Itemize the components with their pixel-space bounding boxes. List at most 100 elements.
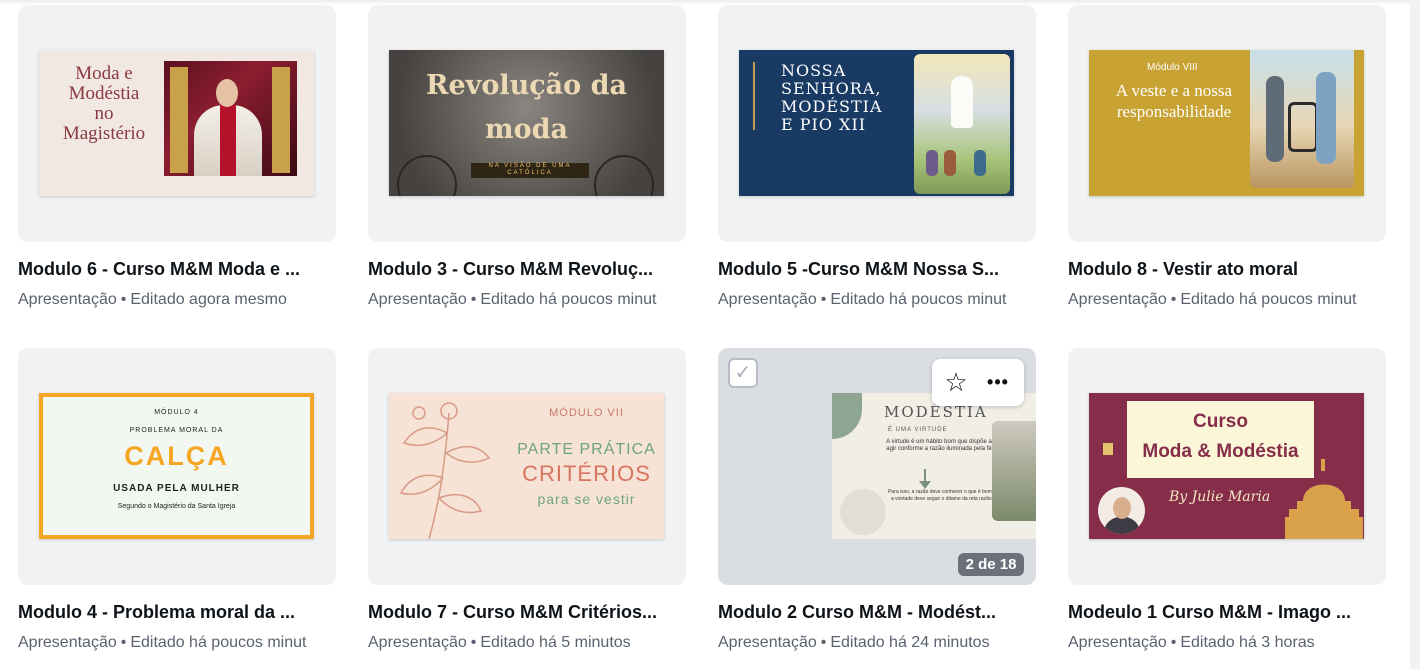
card-title[interactable]: Modulo 4 - Problema moral da ... (18, 602, 336, 623)
card-title[interactable]: Modeulo 1 Curso M&M - Imago ... (1068, 602, 1386, 623)
card-edited: Editado há poucos minut (1180, 291, 1357, 308)
slide-subtitle: NA VISÃO DE UMA CATÓLICA (471, 163, 589, 178)
card-edited: Editado agora mesmo (130, 291, 287, 308)
card-edited: Editado há 5 minutos (480, 634, 631, 651)
card-edited: Editado há poucos minut (480, 291, 657, 308)
slide-preview: MODÉSTIA É UMA VIRTUDE A virtude é um há… (832, 393, 1036, 539)
card-meta: Apresentação • Editado há 3 horas (1068, 634, 1386, 652)
slide-preview: Curso Moda & Modéstia By Julie Maria (1089, 393, 1364, 539)
slide-line: Segundo o Magistério da Santa Igreja (117, 503, 236, 510)
separator: • (120, 634, 127, 651)
slide-preview: NOSSA SENHORA, MODÉSTIA E PIO XII (739, 50, 1014, 196)
scrollbar-track[interactable] (1410, 0, 1420, 669)
page-count-badge: 2 de 18 (958, 553, 1024, 576)
design-card[interactable]: Revolução da moda NA VISÃO DE UMA CATÓLI… (368, 5, 686, 309)
card-actions: ☆ ••• (932, 359, 1024, 406)
separator: • (820, 291, 827, 308)
slide-line: USADA PELA MULHER (113, 483, 240, 494)
card-thumbnail[interactable]: MÓDULO VII PARTE PRÁTICA CRITÉRIOS para … (368, 348, 686, 585)
slide-title: CRITÉRIOS (522, 461, 651, 486)
slide-title: Revolução da moda (426, 70, 627, 145)
card-edited: Editado há poucos minut (830, 291, 1007, 308)
separator: • (120, 291, 127, 308)
card-type: Apresentação (368, 634, 467, 651)
card-title[interactable]: Modulo 6 - Curso M&M Moda e ... (18, 259, 336, 280)
avatar (1098, 487, 1145, 534)
card-meta: Apresentação • Editado agora mesmo (18, 291, 336, 309)
card-type: Apresentação (718, 634, 817, 651)
card-meta: Apresentação • Editado há poucos minut (368, 291, 686, 309)
slide-title: A veste e a nossa responsabilidade (1115, 81, 1233, 121)
children-photo (992, 421, 1036, 521)
design-card[interactable]: MÓDULO VII PARTE PRÁTICA CRITÉRIOS para … (368, 348, 686, 652)
card-meta: Apresentação • Editado há poucos minut (1068, 291, 1386, 309)
card-thumbnail[interactable]: Moda e Modéstia no Magistério (18, 5, 336, 242)
slide-preview: Revolução da moda NA VISÃO DE UMA CATÓLI… (389, 50, 664, 196)
separator: • (470, 634, 477, 651)
pope-portrait-image (164, 61, 297, 176)
slide-title: CALÇA (124, 441, 229, 471)
card-title[interactable]: Modulo 2 Curso M&M - Modést... (718, 602, 1036, 623)
bicycle-wheel-shape (594, 155, 654, 196)
card-edited: Editado há 24 minutos (830, 634, 990, 651)
flag-icon (1103, 443, 1113, 455)
card-meta: Apresentação • Editado há poucos minut (18, 634, 336, 652)
card-title[interactable]: Modulo 3 - Curso M&M Revoluç... (368, 259, 686, 280)
accent-bar (753, 62, 755, 130)
slide-line: PROBLEMA MORAL DA (129, 427, 224, 434)
slide-label: MÓDULO VII (549, 407, 624, 419)
slide-signature: By Julie Maria (1169, 489, 1271, 505)
separator: • (1170, 291, 1177, 308)
slide-line: para se vestir (537, 491, 636, 507)
card-type: Apresentação (1068, 291, 1167, 308)
slide-line: Curso (1193, 411, 1248, 432)
design-card[interactable]: MODÉSTIA É UMA VIRTUDE A virtude é um há… (718, 348, 1036, 652)
card-thumbnail[interactable]: Curso Moda & Modéstia By Julie Maria (1068, 348, 1386, 585)
separator: • (1170, 634, 1177, 651)
card-type: Apresentação (718, 291, 817, 308)
slide-preview: MÓDULO VII PARTE PRÁTICA CRITÉRIOS para … (389, 393, 664, 539)
card-title[interactable]: Modulo 8 - Vestir ato moral (1068, 259, 1386, 280)
slide-subtitle: É UMA VIRTUDE (888, 427, 948, 433)
slide-title: NOSSA SENHORA, MODÉSTIA E PIO XII (781, 61, 883, 134)
card-edited: Editado há poucos minut (130, 634, 307, 651)
star-icon[interactable]: ☆ (940, 367, 972, 399)
card-meta: Apresentação • Editado há 24 minutos (718, 634, 1036, 652)
card-meta: Apresentação • Editado há poucos minut (718, 291, 1036, 309)
more-icon[interactable]: ••• (982, 367, 1014, 399)
basilica-illustration (1285, 459, 1363, 539)
slide-label: Módulo VIII (1147, 62, 1198, 73)
card-title[interactable]: Modulo 7 - Curso M&M Critérios... (368, 602, 686, 623)
slide-preview: Módulo VIII A veste e a nossa responsabi… (1089, 50, 1364, 196)
card-type: Apresentação (368, 291, 467, 308)
card-thumbnail[interactable]: Módulo VIII A veste e a nossa responsabi… (1068, 5, 1386, 242)
slide-preview: Moda e Modéstia no Magistério (39, 50, 314, 196)
design-card[interactable]: Moda e Modéstia no Magistério Modulo 6 -… (18, 5, 336, 309)
separator: • (470, 291, 477, 308)
card-thumbnail[interactable]: Revolução da moda NA VISÃO DE UMA CATÓLI… (368, 5, 686, 242)
design-card[interactable]: Curso Moda & Modéstia By Julie Maria Mod… (1068, 348, 1386, 652)
slide-label: MÓDULO 4 (154, 409, 199, 416)
slide-line: PARTE PRÁTICA (517, 441, 656, 458)
card-edited: Editado há 3 horas (1180, 634, 1315, 651)
slide-preview: MÓDULO 4 PROBLEMA MORAL DA CALÇA USADA P… (39, 393, 314, 539)
slide-text: Para isso, a razão deve conhecer o que é… (888, 489, 996, 502)
card-type: Apresentação (1068, 634, 1167, 651)
card-title[interactable]: Modulo 5 -Curso M&M Nossa S... (718, 259, 1036, 280)
design-card[interactable]: NOSSA SENHORA, MODÉSTIA E PIO XII Modulo… (718, 5, 1036, 309)
slide-text: A virtude é um hábito bom que dispõe a a… (886, 439, 992, 452)
card-type: Apresentação (18, 291, 117, 308)
slide-title: Moda e Modéstia no Magistério (62, 63, 146, 144)
design-card[interactable]: Módulo VIII A veste e a nossa responsabi… (1068, 5, 1386, 309)
card-thumbnail[interactable]: NOSSA SENHORA, MODÉSTIA E PIO XII (718, 5, 1036, 242)
our-lady-image (914, 54, 1010, 194)
women-walking-image (1250, 50, 1354, 188)
bicycle-wheel-shape (397, 155, 457, 196)
card-thumbnail[interactable]: MÓDULO 4 PROBLEMA MORAL DA CALÇA USADA P… (18, 348, 336, 585)
checkbox-icon[interactable]: ✓ (728, 358, 758, 388)
design-card[interactable]: MÓDULO 4 PROBLEMA MORAL DA CALÇA USADA P… (18, 348, 336, 652)
card-thumbnail[interactable]: MODÉSTIA É UMA VIRTUDE A virtude é um há… (718, 348, 1036, 585)
card-type: Apresentação (18, 634, 117, 651)
botanical-illustration (399, 402, 491, 539)
card-meta: Apresentação • Editado há 5 minutos (368, 634, 686, 652)
